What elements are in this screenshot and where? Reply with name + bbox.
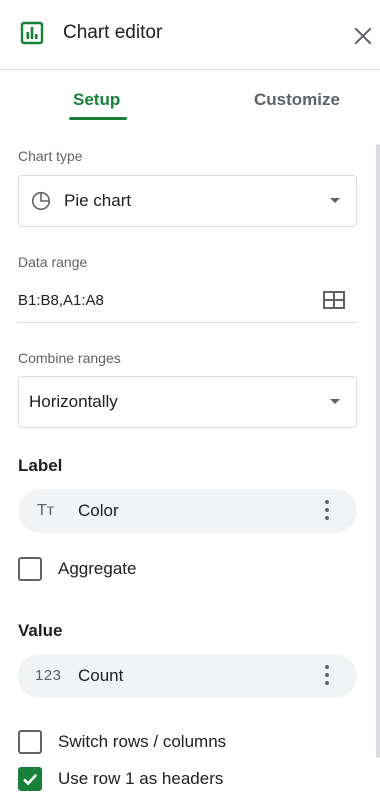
value-chip-text: Count bbox=[78, 666, 124, 685]
data-range-field[interactable]: B1:B8,A1:A8 bbox=[18, 283, 357, 323]
tab-customize[interactable]: Customize bbox=[254, 90, 340, 110]
use-row-headers-option[interactable]: Use row 1 as headers bbox=[18, 766, 278, 792]
chart-type-value: Pie chart bbox=[64, 191, 132, 210]
chevron-down-icon bbox=[330, 198, 340, 203]
more-vert-icon[interactable] bbox=[323, 500, 331, 522]
label-heading: Label bbox=[18, 456, 63, 475]
data-range-label: Data range bbox=[18, 254, 88, 270]
combine-ranges-value: Horizontally bbox=[29, 392, 118, 411]
data-range-value[interactable]: B1:B8,A1:A8 bbox=[18, 292, 104, 310]
label-chip-color[interactable]: Tт Color bbox=[18, 489, 357, 533]
use-row-headers-label: Use row 1 as headers bbox=[58, 769, 224, 788]
chart-type-select[interactable]: Pie chart bbox=[18, 175, 357, 227]
switch-rows-columns-label: Switch rows / columns bbox=[58, 732, 227, 751]
combine-ranges-select[interactable]: Horizontally bbox=[18, 376, 357, 428]
switch-rows-columns-checkbox[interactable] bbox=[18, 730, 42, 754]
chart-editor-header: Chart editor bbox=[0, 0, 380, 70]
value-chip-count[interactable]: 123 Count bbox=[18, 654, 357, 698]
grid-icon[interactable] bbox=[323, 291, 345, 309]
value-heading: Value bbox=[18, 621, 63, 640]
more-vert-icon[interactable] bbox=[323, 665, 331, 687]
text-type-icon: Tт bbox=[37, 502, 55, 519]
use-row-headers-checkbox[interactable] bbox=[18, 767, 42, 791]
checkmark-icon bbox=[23, 773, 38, 786]
close-icon[interactable] bbox=[351, 24, 375, 48]
switch-rows-columns-option[interactable]: Switch rows / columns bbox=[18, 729, 278, 755]
chevron-down-icon bbox=[330, 399, 340, 404]
active-tab-indicator bbox=[69, 117, 127, 120]
aggregate-option[interactable]: Aggregate bbox=[18, 556, 218, 582]
scrollbar[interactable] bbox=[376, 144, 380, 758]
number-type-icon: 123 bbox=[35, 667, 62, 684]
label-chip-text: Color bbox=[78, 501, 119, 520]
aggregate-label: Aggregate bbox=[58, 559, 137, 578]
combine-ranges-label: Combine ranges bbox=[18, 350, 121, 366]
editor-tabs: Setup Customize bbox=[0, 70, 380, 126]
aggregate-checkbox[interactable] bbox=[18, 557, 42, 581]
panel-title: Chart editor bbox=[63, 22, 163, 43]
pie-chart-icon bbox=[31, 191, 51, 211]
chart-icon bbox=[20, 21, 44, 45]
chart-type-label: Chart type bbox=[18, 148, 83, 164]
tab-setup[interactable]: Setup bbox=[73, 90, 120, 110]
